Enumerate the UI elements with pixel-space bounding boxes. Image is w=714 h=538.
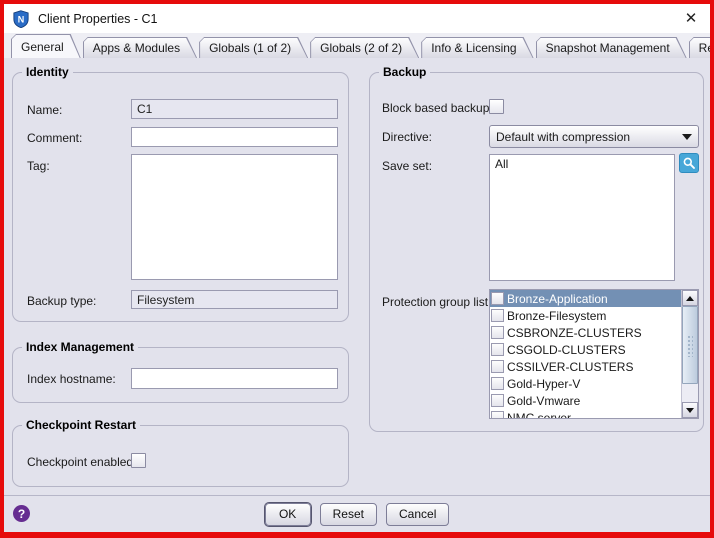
- tab[interactable]: Restricted Data Zones: [689, 37, 714, 58]
- save-set-label: Save set:: [382, 159, 432, 173]
- triangle-up-icon: [686, 296, 694, 301]
- scroll-up-button[interactable]: [682, 290, 698, 306]
- tag-textarea[interactable]: [131, 154, 338, 280]
- footer-bar: ? OK Reset Cancel: [4, 495, 710, 532]
- protection-group-item-checkbox[interactable]: [491, 292, 504, 305]
- svg-text:N: N: [18, 14, 25, 24]
- client-properties-dialog: N Client Properties - C1 ✕ General Apps …: [0, 0, 714, 538]
- protection-group-item-checkbox[interactable]: [491, 309, 504, 322]
- checkpoint-enabled-label: Checkpoint enabled:: [27, 455, 136, 469]
- help-icon[interactable]: ?: [13, 505, 30, 522]
- index-hostname-label: Index hostname:: [27, 372, 116, 386]
- name-field: C1: [131, 99, 338, 119]
- magnifier-icon: [682, 156, 696, 170]
- triangle-down-icon: [686, 408, 694, 413]
- scroll-down-button[interactable]: [682, 402, 698, 418]
- protection-group-item[interactable]: CSBRONZE-CLUSTERS: [490, 324, 681, 341]
- protection-group-item[interactable]: Gold-Vmware: [490, 392, 681, 409]
- reset-button[interactable]: Reset: [320, 503, 377, 526]
- protection-group-item-checkbox[interactable]: [491, 394, 504, 407]
- title-bar: N Client Properties - C1 ✕: [4, 4, 710, 33]
- tab-label: Restricted Data Zones: [699, 41, 714, 55]
- block-based-backup-checkbox[interactable]: [489, 99, 504, 114]
- chevron-down-icon: [682, 134, 692, 140]
- tab-bar: General Apps & Modules Globals (1 of 2) …: [4, 33, 710, 58]
- backup-type-field: Filesystem: [131, 290, 338, 309]
- protection-group-item-label: Bronze-Application: [507, 292, 608, 306]
- general-tab-panel: Identity Name: C1 Comment: Tag: Backup t…: [4, 58, 710, 495]
- protection-group-item[interactable]: Bronze-Application: [490, 290, 681, 307]
- tab-label: General: [21, 40, 64, 54]
- comment-input[interactable]: [131, 127, 338, 147]
- protection-group-item-label: Bronze-Filesystem: [507, 309, 606, 323]
- protection-group-item-label: Gold-Hyper-V: [507, 377, 580, 391]
- window-title: Client Properties - C1: [38, 12, 158, 26]
- cancel-button[interactable]: Cancel: [386, 503, 449, 526]
- protection-group-rows: Bronze-Application Bronze-Filesystem CSB…: [490, 290, 681, 418]
- protection-group-item-checkbox[interactable]: [491, 343, 504, 356]
- close-icon[interactable]: ✕: [682, 10, 700, 28]
- vertical-scrollbar[interactable]: [681, 290, 698, 418]
- checkpoint-enabled-checkbox[interactable]: [131, 453, 146, 468]
- tab[interactable]: Apps & Modules: [83, 37, 197, 58]
- tab-label: Apps & Modules: [93, 41, 180, 55]
- protection-group-item-label: CSGOLD-CLUSTERS: [507, 343, 626, 357]
- save-set-textarea[interactable]: All: [489, 154, 675, 281]
- networker-shield-icon: N: [12, 10, 30, 28]
- tab-label: Snapshot Management: [546, 41, 670, 55]
- protection-group-item-label: NMC server: [507, 411, 571, 419]
- directive-value: Default with compression: [496, 130, 630, 144]
- directive-dropdown[interactable]: Default with compression: [489, 125, 699, 148]
- index-management-group: Index Management Index hostname:: [12, 347, 349, 403]
- protection-group-item-checkbox[interactable]: [491, 411, 504, 418]
- comment-label: Comment:: [27, 131, 82, 145]
- block-based-backup-label: Block based backup:: [382, 101, 493, 115]
- protection-group-item[interactable]: Bronze-Filesystem: [490, 307, 681, 324]
- tab[interactable]: Globals (2 of 2): [310, 37, 419, 58]
- protection-group-item-label: Gold-Vmware: [507, 394, 580, 408]
- protection-group-list: Bronze-Application Bronze-Filesystem CSB…: [489, 289, 699, 419]
- protection-group-item[interactable]: CSGOLD-CLUSTERS: [490, 341, 681, 358]
- identity-group-title: Identity: [22, 65, 73, 79]
- name-label: Name:: [27, 103, 62, 117]
- directive-label: Directive:: [382, 130, 432, 144]
- protection-group-item[interactable]: NMC server: [490, 409, 681, 418]
- ok-button[interactable]: OK: [265, 503, 311, 526]
- tab-label: Globals (2 of 2): [320, 41, 402, 55]
- backup-type-label: Backup type:: [27, 294, 96, 308]
- protection-group-item-checkbox[interactable]: [491, 377, 504, 390]
- checkpoint-restart-group: Checkpoint Restart Checkpoint enabled:: [12, 425, 349, 487]
- protection-group-item-checkbox[interactable]: [491, 326, 504, 339]
- protection-group-item[interactable]: CSSILVER-CLUSTERS: [490, 358, 681, 375]
- checkpoint-restart-group-title: Checkpoint Restart: [22, 418, 140, 432]
- tab-label: Globals (1 of 2): [209, 41, 291, 55]
- protection-group-item-label: CSBRONZE-CLUSTERS: [507, 326, 642, 340]
- protection-group-list-label: Protection group list:: [382, 295, 491, 309]
- identity-group: Identity Name: C1 Comment: Tag: Backup t…: [12, 72, 349, 322]
- tab[interactable]: General: [11, 34, 81, 58]
- index-hostname-input[interactable]: [131, 368, 338, 389]
- tab[interactable]: Snapshot Management: [536, 37, 687, 58]
- backup-group-title: Backup: [379, 65, 430, 79]
- backup-group: Backup Block based backup: Directive: De…: [369, 72, 704, 432]
- tab[interactable]: Info & Licensing: [421, 37, 533, 58]
- tag-label: Tag:: [27, 159, 50, 173]
- tab[interactable]: Globals (1 of 2): [199, 37, 308, 58]
- protection-group-item[interactable]: Gold-Hyper-V: [490, 375, 681, 392]
- protection-group-item-checkbox[interactable]: [491, 360, 504, 373]
- scrollbar-thumb[interactable]: [682, 306, 698, 384]
- tab-label: Info & Licensing: [431, 41, 516, 55]
- save-set-browse-button[interactable]: [679, 153, 699, 173]
- index-management-group-title: Index Management: [22, 340, 138, 354]
- protection-group-item-label: CSSILVER-CLUSTERS: [507, 360, 633, 374]
